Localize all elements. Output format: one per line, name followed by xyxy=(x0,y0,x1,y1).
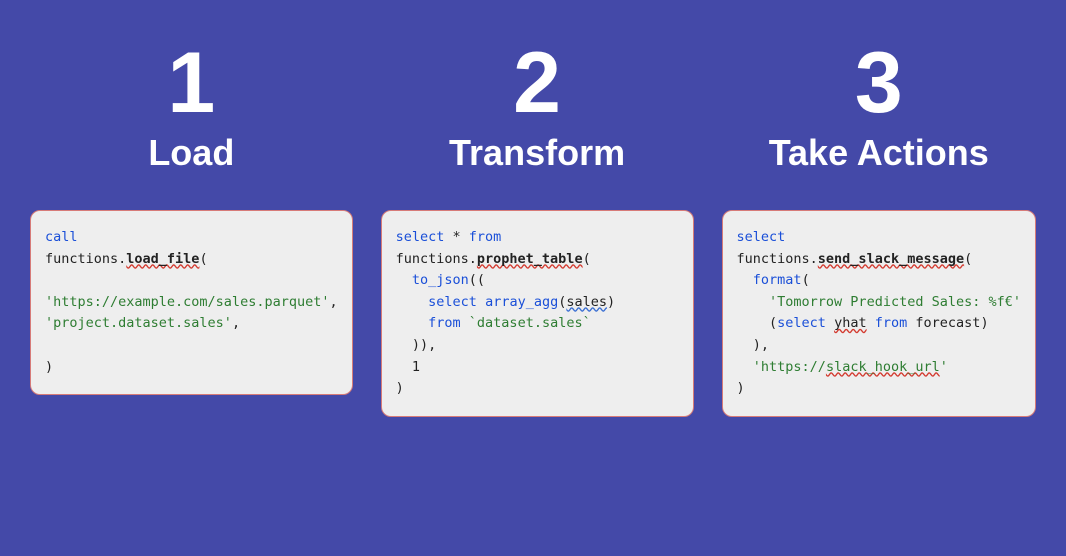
fn-send-slack-message: send_slack_message xyxy=(818,251,964,267)
paren-open: (( xyxy=(469,272,485,288)
paren-close: ) xyxy=(980,315,988,331)
indent xyxy=(737,294,770,310)
star: * xyxy=(444,229,468,245)
steps-container: 1 Load call functions.load_file( 'https:… xyxy=(0,0,1066,556)
paren-open: ( xyxy=(964,251,972,267)
space xyxy=(867,315,875,331)
indent xyxy=(396,294,429,310)
step-take-actions: 3 Take Actions select functions.send_sla… xyxy=(722,40,1036,536)
comma: , xyxy=(329,294,337,310)
keyword-select: select xyxy=(396,229,445,245)
keyword-from: from xyxy=(875,315,908,331)
step-title-transform: Transform xyxy=(449,132,625,174)
space xyxy=(826,315,834,331)
keyword-select: select xyxy=(737,229,786,245)
step-title-load: Load xyxy=(148,132,234,174)
text-functions: functions. xyxy=(45,251,126,267)
indent xyxy=(396,359,412,375)
fn-format: format xyxy=(753,272,802,288)
col-sales: sales xyxy=(566,294,607,310)
str-url-part1: 'https:// xyxy=(753,359,826,375)
step-number-1: 1 xyxy=(167,40,215,126)
text-functions: functions. xyxy=(737,251,818,267)
indent xyxy=(396,315,429,331)
str-url-part2: ' xyxy=(940,359,948,375)
paren-open: ( xyxy=(583,251,591,267)
number-one: 1 xyxy=(412,359,420,375)
paren-close: ), xyxy=(753,337,769,353)
code-box-transform: select * from functions.prophet_table( t… xyxy=(381,210,694,417)
paren-close: ) xyxy=(396,380,404,396)
code-box-load: call functions.load_file( 'https://examp… xyxy=(30,210,353,395)
paren-close: ) xyxy=(607,294,615,310)
paren-open: ( xyxy=(199,251,207,267)
indent xyxy=(737,359,753,375)
str-target: 'project.dataset.sales' xyxy=(45,315,232,331)
str-template: 'Tomorrow Predicted Sales: %f€' xyxy=(769,294,1021,310)
paren-open: ( xyxy=(769,315,777,331)
keyword-from: from xyxy=(428,315,461,331)
col-yhat: yhat xyxy=(834,315,867,331)
paren-close: ) xyxy=(45,359,53,375)
step-number-2: 2 xyxy=(513,40,561,126)
code-box-take-actions: select functions.send_slack_message( for… xyxy=(722,210,1036,417)
step-number-3: 3 xyxy=(855,40,903,126)
indent xyxy=(396,272,412,288)
text-functions: functions. xyxy=(396,251,477,267)
indent xyxy=(737,272,753,288)
fn-load-file: load_file xyxy=(126,251,199,267)
fn-prophet-table: prophet_table xyxy=(477,251,583,267)
keyword-call: call xyxy=(45,229,78,245)
step-load: 1 Load call functions.load_file( 'https:… xyxy=(30,40,353,536)
fn-to-json: to_json xyxy=(412,272,469,288)
step-title-take-actions: Take Actions xyxy=(769,132,989,174)
step-transform: 2 Transform select * from functions.prop… xyxy=(381,40,694,536)
indent xyxy=(737,337,753,353)
str-url-mid: slack_hook_url xyxy=(826,359,940,375)
space xyxy=(477,294,485,310)
space xyxy=(461,315,469,331)
keyword-select: select xyxy=(777,315,826,331)
comma: , xyxy=(232,315,240,331)
keyword-select: select xyxy=(428,294,477,310)
paren-open: ( xyxy=(802,272,810,288)
str-url: 'https://example.com/sales.parquet' xyxy=(45,294,329,310)
paren-close: )), xyxy=(412,337,436,353)
indent xyxy=(737,315,770,331)
indent xyxy=(396,337,412,353)
table-forecast: forecast xyxy=(915,315,980,331)
fn-array-agg: array_agg xyxy=(485,294,558,310)
paren-close: ) xyxy=(737,380,745,396)
keyword-from: from xyxy=(469,229,502,245)
table-ref: `dataset.sales` xyxy=(469,315,591,331)
